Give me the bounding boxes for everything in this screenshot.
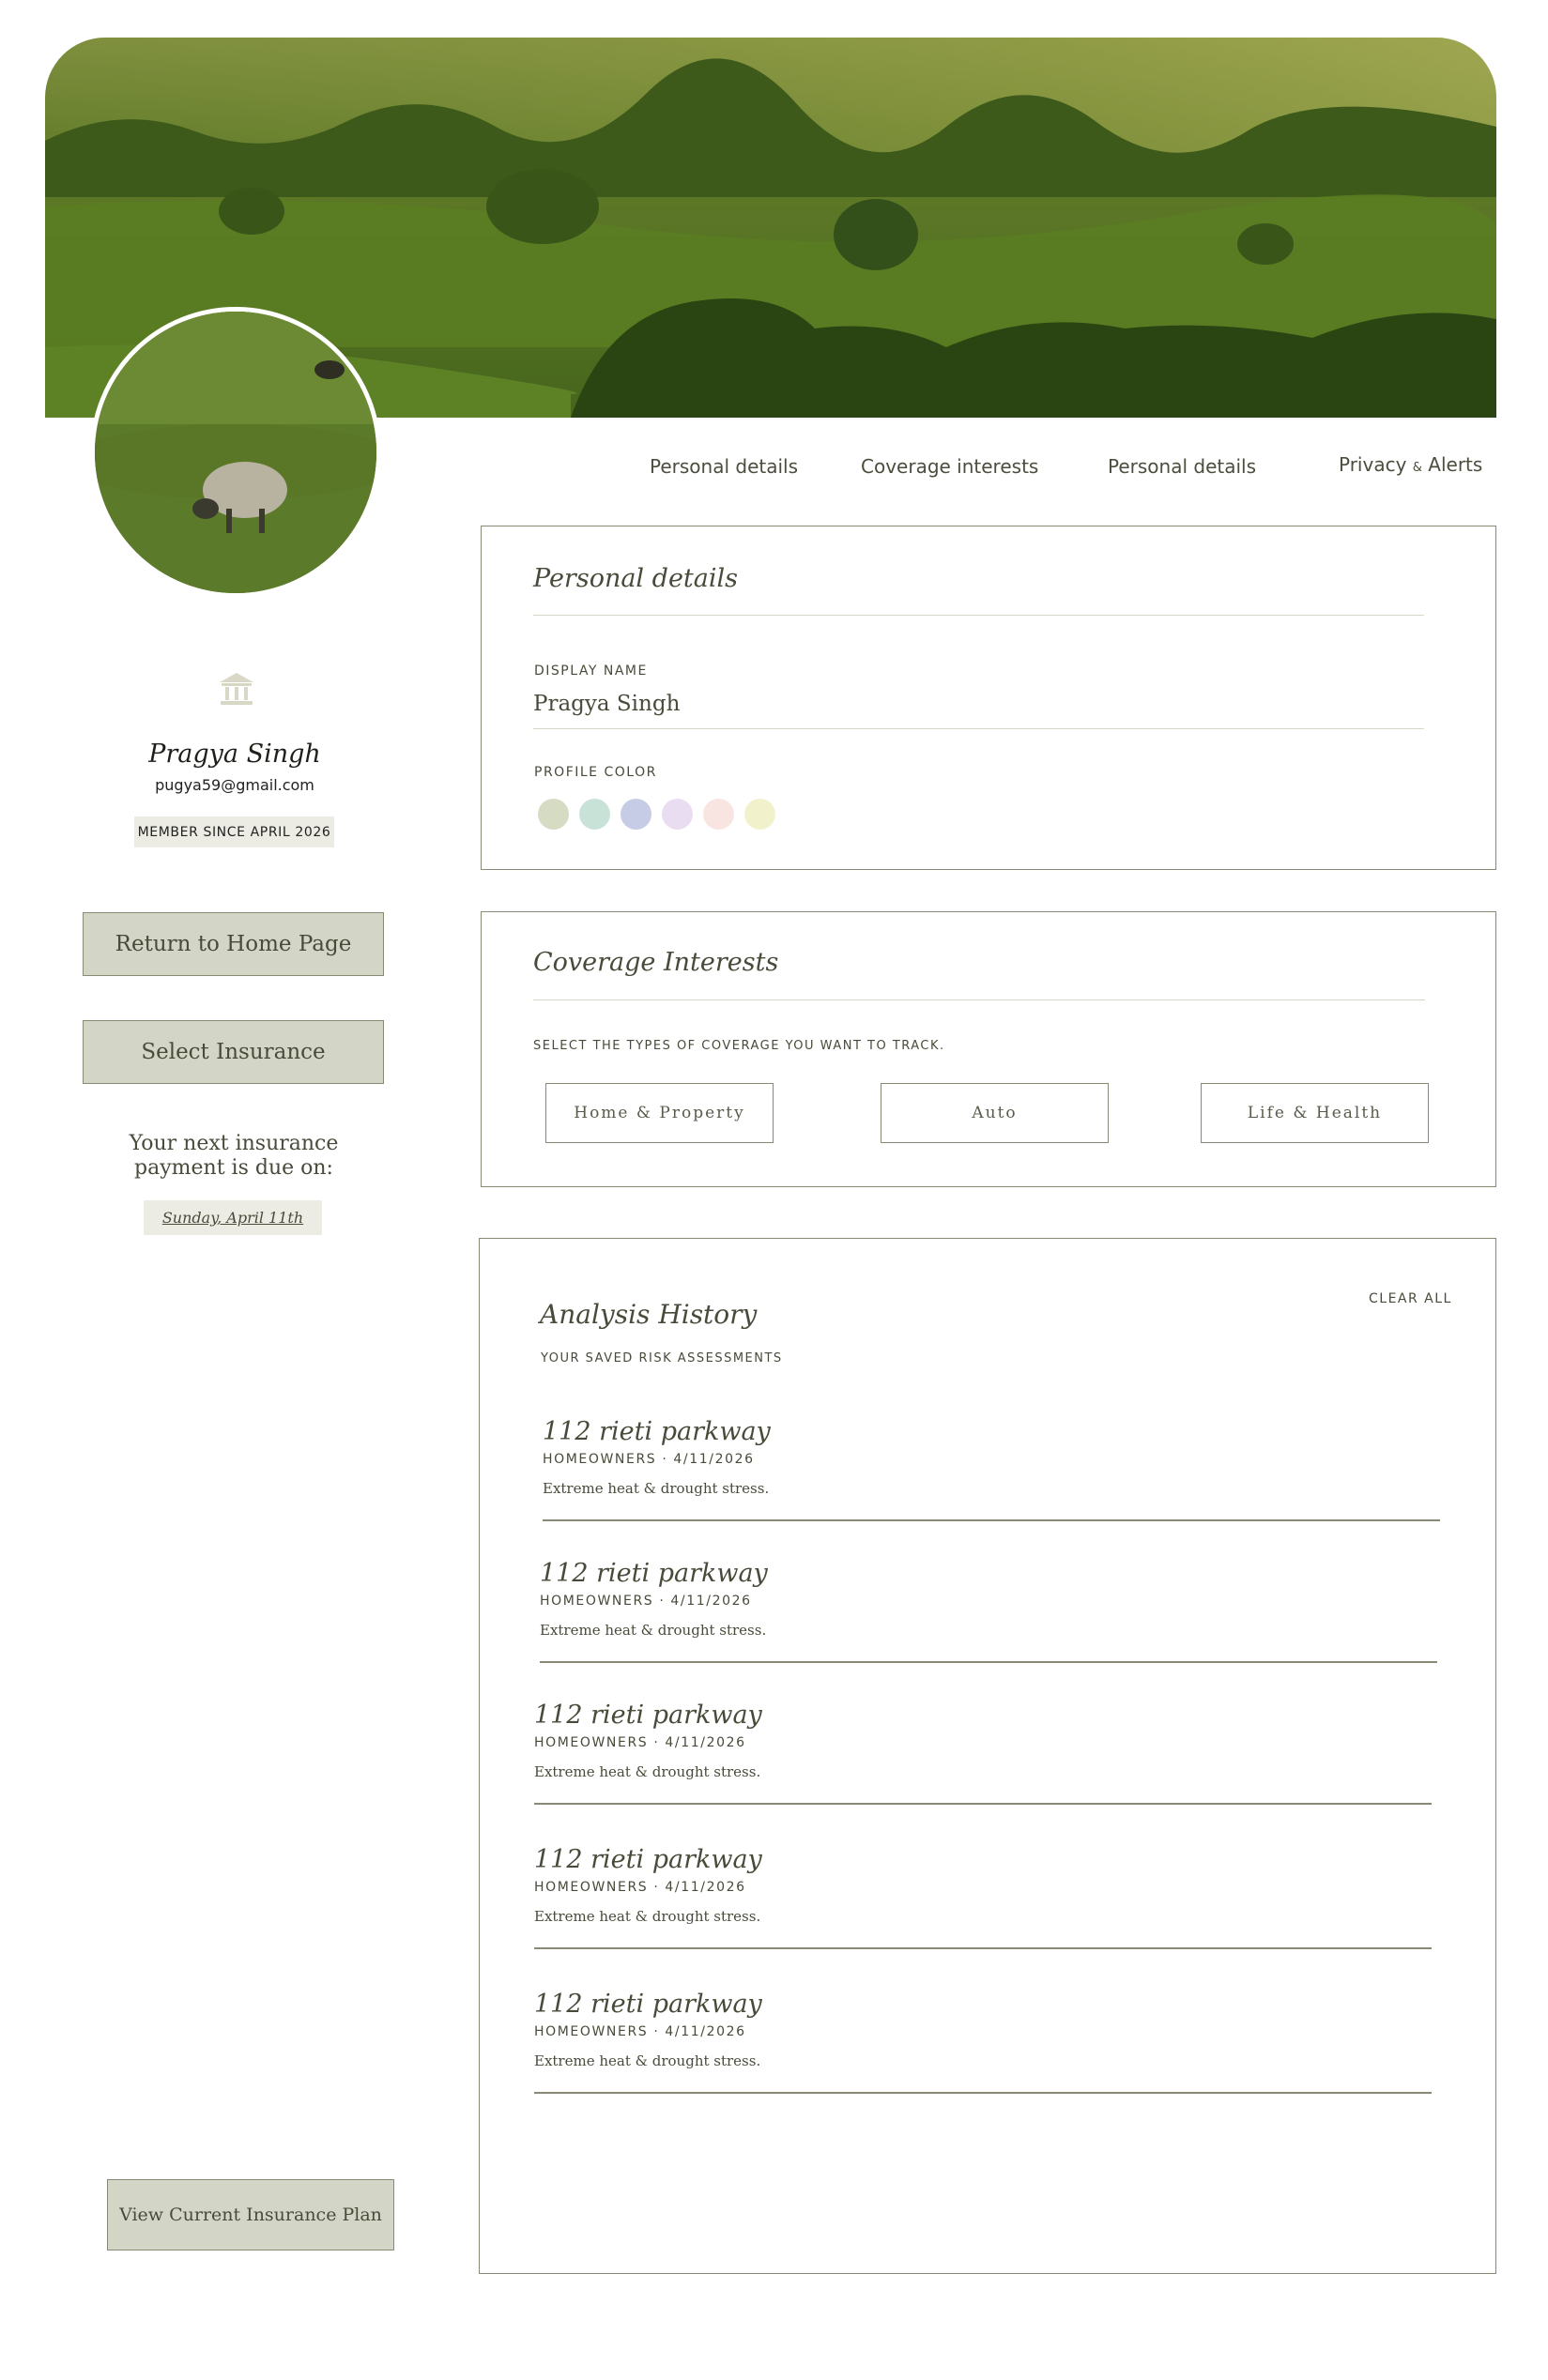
history-entry-meta: HOMEOWNERS · 4/11/2026 bbox=[534, 1735, 746, 1750]
color-swatches bbox=[538, 799, 775, 830]
select-insurance-button[interactable]: Select Insurance bbox=[83, 1020, 384, 1084]
nav-personal-details[interactable]: Personal details bbox=[650, 455, 798, 478]
nav-coverage-interests[interactable]: Coverage interests bbox=[861, 455, 1038, 478]
display-name-label: DISPLAY NAME bbox=[534, 664, 648, 679]
history-entry-meta: HOMEOWNERS · 4/11/2026 bbox=[540, 1594, 752, 1609]
history-entry-meta: HOMEOWNERS · 4/11/2026 bbox=[543, 1452, 755, 1467]
history-entry-note: Extreme heat & drought stress. bbox=[534, 1908, 761, 1925]
history-title: Analysis History bbox=[540, 1299, 758, 1330]
history-entry[interactable]: 112 rieti parkway HOMEOWNERS · 4/11/2026… bbox=[543, 1417, 1440, 1521]
color-swatch-1[interactable] bbox=[538, 799, 569, 830]
coverage-auto-button[interactable]: Auto bbox=[881, 1083, 1109, 1143]
history-entry-note: Extreme heat & drought stress. bbox=[543, 1480, 770, 1497]
divider bbox=[533, 999, 1425, 1000]
history-entry-address: 112 rieti parkway bbox=[543, 1417, 771, 1446]
avatar[interactable] bbox=[90, 307, 381, 598]
display-name-underline bbox=[533, 728, 1424, 729]
view-current-plan-button[interactable]: View Current Insurance Plan bbox=[107, 2179, 394, 2250]
history-entry-divider bbox=[540, 1661, 1437, 1663]
nav-privacy-label: Privacy bbox=[1339, 453, 1407, 476]
coverage-subtitle: SELECT THE TYPES OF COVERAGE YOU WANT TO… bbox=[533, 1039, 945, 1053]
history-entry[interactable]: 112 rieti parkway HOMEOWNERS · 4/11/2026… bbox=[534, 1701, 1432, 1805]
profile-email: pugya59@gmail.com bbox=[155, 776, 314, 794]
analysis-history-card: CLEAR ALL Analysis History YOUR SAVED RI… bbox=[479, 1238, 1496, 2274]
color-swatch-5[interactable] bbox=[703, 799, 734, 830]
color-swatch-2[interactable] bbox=[579, 799, 610, 830]
history-entry-address: 112 rieti parkway bbox=[534, 1701, 762, 1730]
display-name-input[interactable]: Pragya Singh bbox=[533, 692, 680, 716]
history-entry-divider bbox=[534, 1803, 1432, 1805]
coverage-interests-card: Coverage Interests SELECT THE TYPES OF C… bbox=[481, 911, 1496, 1187]
history-entry-divider bbox=[534, 2092, 1432, 2094]
profile-color-label: PROFILE COLOR bbox=[534, 765, 657, 780]
profile-name: Pragya Singh bbox=[148, 740, 321, 769]
nav-amp: & bbox=[1412, 461, 1422, 475]
payment-due-text: Your next insurance payment is due on: bbox=[94, 1132, 374, 1181]
history-entry-divider bbox=[534, 1947, 1432, 1949]
member-since-badge: MEMBER SINCE APRIL 2026 bbox=[134, 816, 334, 847]
history-entry[interactable]: 112 rieti parkway HOMEOWNERS · 4/11/2026… bbox=[534, 1990, 1432, 2094]
payment-line-1: Your next insurance bbox=[129, 1132, 339, 1155]
history-entry[interactable]: 112 rieti parkway HOMEOWNERS · 4/11/2026… bbox=[540, 1559, 1437, 1663]
history-subtitle: YOUR SAVED RISK ASSESSMENTS bbox=[541, 1351, 783, 1365]
personal-details-title: Personal details bbox=[533, 564, 738, 593]
history-entry-address: 112 rieti parkway bbox=[534, 1990, 762, 2019]
history-entry-note: Extreme heat & drought stress. bbox=[534, 2052, 761, 2069]
history-entry-note: Extreme heat & drought stress. bbox=[540, 1622, 767, 1639]
history-entry-divider bbox=[543, 1519, 1440, 1521]
bank-icon bbox=[218, 671, 255, 707]
coverage-life-health-button[interactable]: Life & Health bbox=[1201, 1083, 1429, 1143]
personal-details-card: Personal details DISPLAY NAME Pragya Sin… bbox=[481, 526, 1496, 870]
nav-personal-details-2[interactable]: Personal details bbox=[1108, 455, 1256, 478]
color-swatch-4[interactable] bbox=[662, 799, 693, 830]
history-entry[interactable]: 112 rieti parkway HOMEOWNERS · 4/11/2026… bbox=[534, 1845, 1432, 1949]
clear-all-button[interactable]: CLEAR ALL bbox=[1369, 1291, 1452, 1306]
nav-alerts-label: Alerts bbox=[1428, 453, 1483, 476]
coverage-title: Coverage Interests bbox=[533, 948, 779, 977]
nav-privacy-alerts[interactable]: Privacy & Alerts bbox=[1339, 453, 1482, 476]
color-swatch-3[interactable] bbox=[621, 799, 651, 830]
divider bbox=[533, 615, 1424, 616]
history-entry-meta: HOMEOWNERS · 4/11/2026 bbox=[534, 1880, 746, 1895]
return-home-button[interactable]: Return to Home Page bbox=[83, 912, 384, 976]
payment-line-2: payment is due on: bbox=[134, 1156, 333, 1180]
history-entry-address: 112 rieti parkway bbox=[534, 1845, 762, 1874]
color-swatch-6[interactable] bbox=[744, 799, 775, 830]
history-entry-meta: HOMEOWNERS · 4/11/2026 bbox=[534, 2024, 746, 2039]
history-entry-address: 112 rieti parkway bbox=[540, 1559, 768, 1588]
coverage-home-property-button[interactable]: Home & Property bbox=[545, 1083, 774, 1143]
history-entry-note: Extreme heat & drought stress. bbox=[534, 1763, 761, 1780]
payment-date-badge: Sunday, April 11th bbox=[144, 1200, 322, 1235]
